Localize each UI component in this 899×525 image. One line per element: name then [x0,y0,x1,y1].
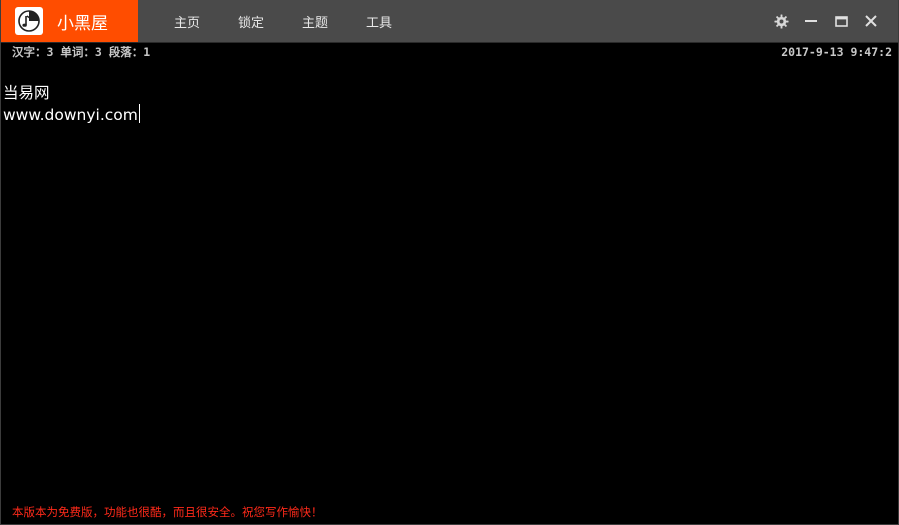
maximize-icon [834,15,848,27]
minimize-button[interactable] [796,6,826,36]
status-line: 汉字：3 单词：3 段落：1 2017-9-13 9:47:2 [1,42,898,60]
free-version-notice: 本版本为免费版，功能也很酷，而且很安全。祝您写作愉快！ [12,505,323,519]
gear-icon [773,13,789,29]
nav-item-tools[interactable]: 工具 [366,12,392,31]
minimize-icon [805,20,817,22]
text-caret [138,104,140,123]
editor-line: www.downyi.com [3,104,898,126]
window-controls [766,0,898,42]
app-window: 小黑屋 主页 锁定 主题 工具 汉字：3 单词：3 段落：1 2017-9-13… [0,0,899,525]
editor-line-text: www.downyi.com [3,106,138,124]
clock-note-icon [15,7,43,35]
clock-display: 2017-9-13 9:47:2 [781,44,892,59]
maximize-button[interactable] [826,6,856,36]
editor-line-text: 当易网 [3,84,50,102]
brand-area[interactable]: 小黑屋 [1,0,138,42]
close-button[interactable] [856,6,886,36]
settings-button[interactable] [766,6,796,36]
text-editor[interactable]: 当易网 www.downyi.com [1,82,898,497]
app-name: 小黑屋 [57,13,108,34]
nav-item-home[interactable]: 主页 [174,12,200,31]
nav-item-theme[interactable]: 主题 [302,12,328,31]
title-bar: 小黑屋 主页 锁定 主题 工具 [1,0,898,42]
nav-item-lock[interactable]: 锁定 [238,12,264,31]
main-nav: 主页 锁定 主题 工具 [174,0,430,42]
close-icon [865,15,877,27]
editor-line: 当易网 [3,82,898,104]
word-count-stats: 汉字：3 单词：3 段落：1 [12,44,151,59]
